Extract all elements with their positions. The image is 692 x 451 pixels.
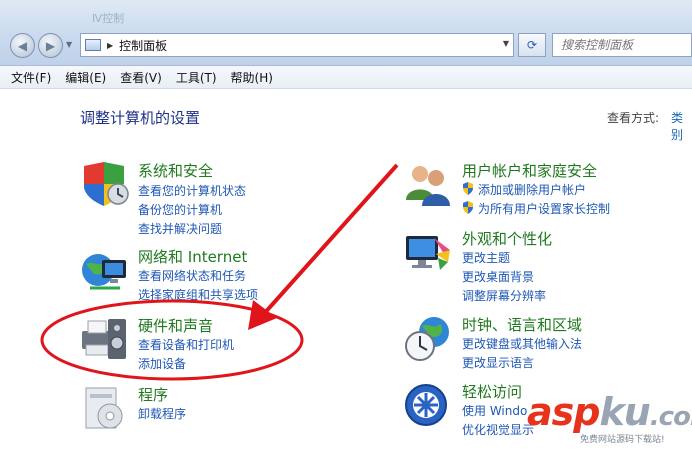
watermark-brand-red: asp — [527, 390, 600, 434]
control-panel-window: Ⅳ控制 ◀ ▶ ▼ ▶ 控制面板 ▼ ⟳ 文件(F) 编辑(E) 查看(V) 工… — [0, 0, 692, 451]
watermark-logo: aspku.com — [527, 390, 692, 434]
annotation-overlay — [40, 163, 399, 381]
annotation-arrow-shaft — [260, 163, 399, 318]
watermark-brand-gray: ku — [599, 390, 650, 434]
watermark-tagline: 免费网站源码下载站! — [580, 435, 665, 445]
watermark-brand-suffix: .com — [649, 402, 692, 432]
